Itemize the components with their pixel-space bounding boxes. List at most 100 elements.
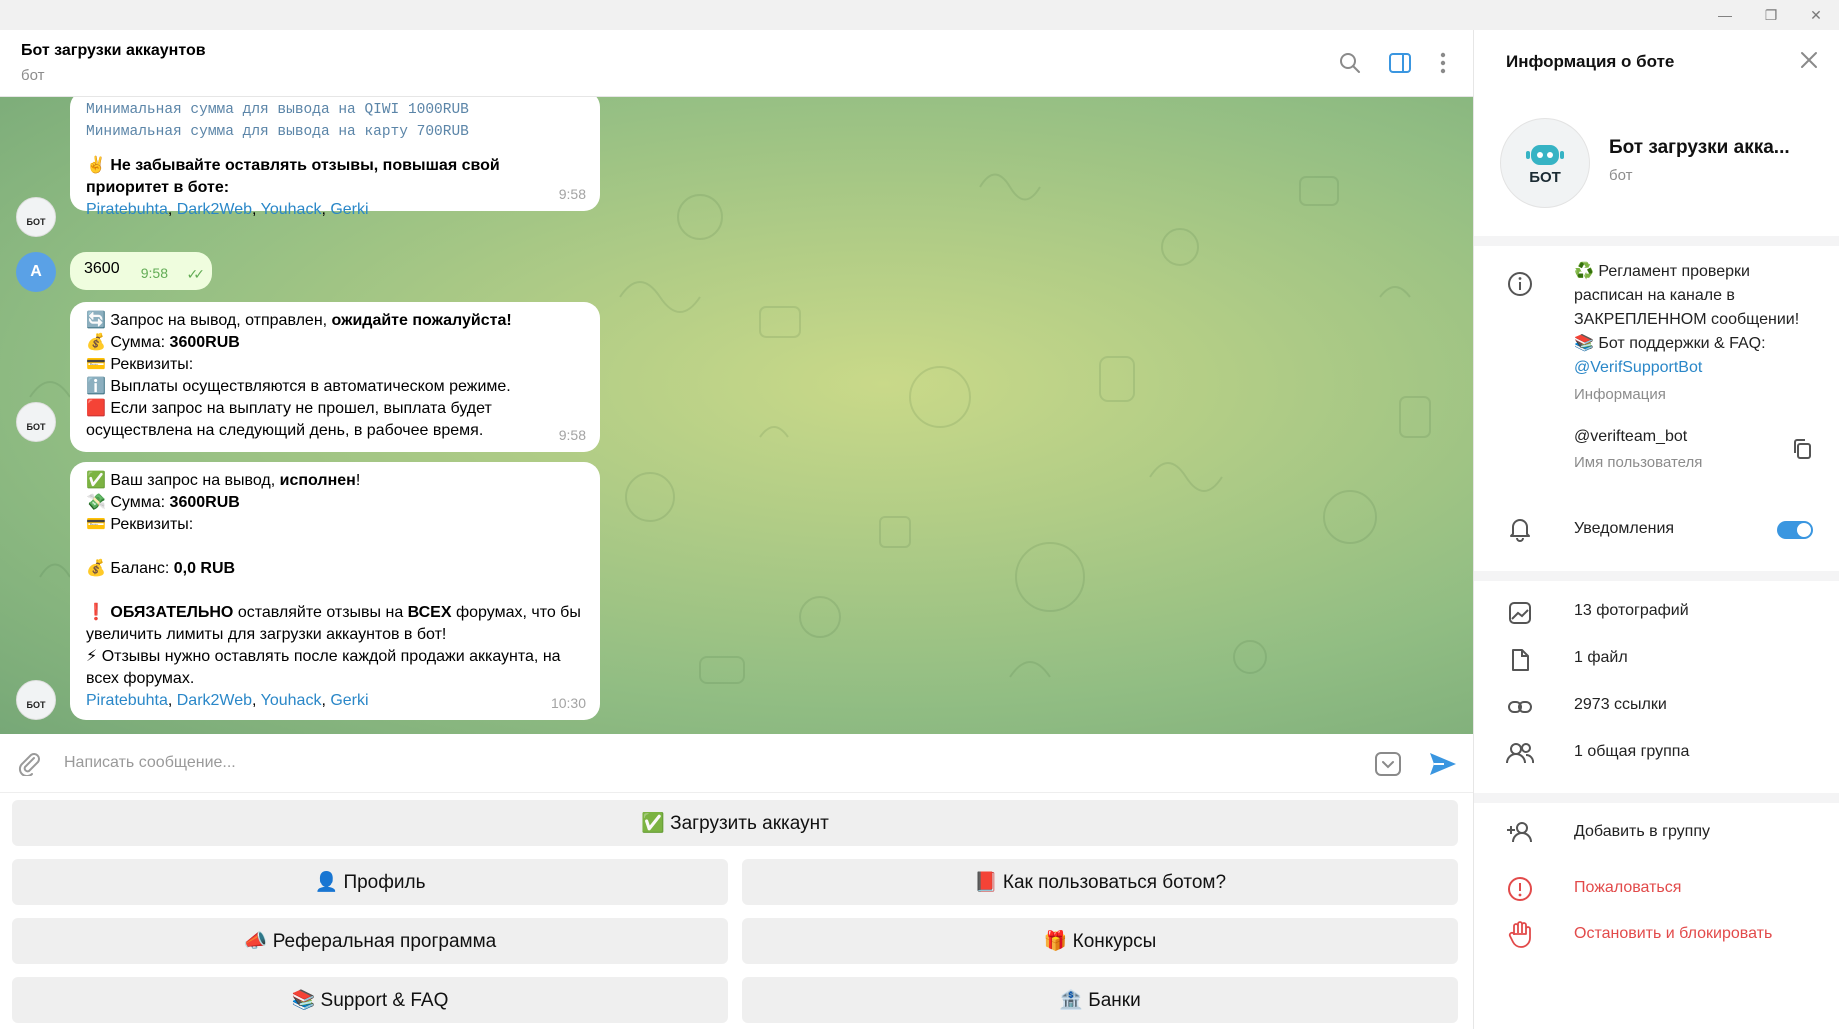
more-menu-icon[interactable] [1430, 50, 1456, 76]
link-dark2web[interactable]: Dark2Web [177, 201, 252, 218]
message-line: 💳 Реквизиты: [86, 516, 194, 533]
bell-icon [1506, 515, 1534, 543]
moneybag-emoji-icon: 💰 [86, 560, 106, 577]
robot-icon [1526, 144, 1564, 165]
chat-title[interactable]: Бот загрузки аккаунтов [21, 42, 206, 60]
support-faq-button[interactable]: 📚 Support & FAQ [12, 977, 728, 1023]
bot-status: бот [1609, 167, 1633, 184]
common-groups-count[interactable]: 1 общая группа [1574, 743, 1689, 761]
message-line: 🔄 Запрос на вывод, отправлен, ожидайте п… [86, 312, 512, 329]
bot-avatar[interactable]: БОТ [16, 680, 56, 720]
chat-header: Бот загрузки аккаунтов бот [0, 30, 1473, 97]
link-piratebuhta[interactable]: Piratebuhta [86, 692, 168, 709]
group-icon [1506, 739, 1534, 767]
link-gerki[interactable]: Gerki [330, 692, 368, 709]
card-emoji-icon: 💳 [86, 356, 106, 373]
message-text: 3600 [84, 260, 120, 277]
report-icon [1506, 875, 1534, 903]
notifications-toggle[interactable] [1777, 521, 1813, 539]
message-bubble-outgoing[interactable]: 3600 9:58 ✓✓ [70, 252, 212, 290]
report-button[interactable]: Пожаловаться [1574, 879, 1681, 897]
username-link[interactable]: @verifteam_bot [1574, 428, 1687, 446]
referral-button[interactable]: 📣 Реферальная программа [12, 918, 728, 964]
link-gerki[interactable]: Gerki [330, 201, 368, 218]
close-panel-icon[interactable] [1799, 50, 1819, 75]
victory-emoji-icon: ✌️ [86, 157, 106, 174]
message-line: 💳 Реквизиты: [86, 356, 194, 373]
lightning-emoji-icon: ⚡ [86, 648, 98, 665]
message-bubble[interactable]: Минимальная сумма для вывода на QIWI 100… [70, 97, 600, 218]
bot-keyboard-icon[interactable] [1374, 750, 1402, 783]
message-line: 💰 Баланс: 0,0 RUB [86, 560, 236, 577]
close-window-icon[interactable]: ✕ [1793, 0, 1839, 30]
message-bubble[interactable]: ✅ Ваш запрос на вывод, исполнен! 💸 Сумма… [70, 462, 600, 720]
link-dark2web[interactable]: Dark2Web [177, 692, 252, 709]
bot-reply-keyboard: ✅ Загрузить аккаунт 👤 Профиль 📕 Как поль… [0, 793, 1473, 1029]
info-icon [1506, 270, 1534, 298]
photos-count[interactable]: 13 фотографий [1574, 602, 1689, 620]
copy-icon[interactable] [1792, 438, 1812, 465]
money-emoji-icon: 💸 [86, 494, 106, 511]
message-line: 🟥 Если запрос на выплату не прошел, выпл… [86, 400, 492, 439]
message-line: ⚡ Отзывы нужно оставлять после каждой пр… [86, 648, 561, 687]
message-line: 💸 Сумма: 3600RUB [86, 494, 240, 511]
message-bubble[interactable]: 🔄 Запрос на вывод, отправлен, ожидайте п… [70, 302, 600, 452]
bot-avatar[interactable]: БОТ [16, 402, 56, 442]
link-piratebuhta[interactable]: Piratebuhta [86, 201, 168, 218]
panel-divider [1474, 571, 1839, 581]
exclamation-emoji-icon: ❗ [86, 604, 106, 621]
info-caption: Информация [1574, 386, 1666, 403]
moneybag-emoji-icon: 💰 [86, 334, 106, 351]
link-youhack[interactable]: Youhack [261, 692, 322, 709]
message-list[interactable]: Минимальная сумма для вывода на QIWI 100… [0, 97, 1473, 734]
file-icon [1506, 646, 1534, 674]
card-emoji-icon: 💳 [86, 516, 106, 533]
message-line: ✅ Ваш запрос на вывод, исполнен! [86, 472, 361, 489]
link-icon [1506, 693, 1534, 721]
block-bot-button[interactable]: Остановить и блокировать [1574, 925, 1772, 943]
check-emoji-icon: ✅ [86, 472, 106, 489]
banks-button[interactable]: 🏦 Банки [742, 977, 1458, 1023]
send-icon[interactable] [1428, 750, 1458, 783]
files-count[interactable]: 1 файл [1574, 649, 1628, 667]
link-youhack[interactable]: Youhack [261, 201, 322, 218]
user-avatar[interactable]: A [16, 252, 56, 292]
panel-title: Информация о боте [1506, 52, 1675, 71]
forum-links: Piratebuhta, Dark2Web, Youhack, Gerki [86, 201, 369, 218]
panel-divider [1474, 793, 1839, 803]
attach-icon[interactable] [16, 750, 42, 781]
minimize-icon[interactable]: — [1702, 0, 1748, 30]
refresh-emoji-icon: 🔄 [86, 312, 106, 329]
window-titlebar: — ❐ ✕ [0, 0, 1839, 30]
bot-description: ♻️ Регламент проверки расписан на канале… [1574, 260, 1799, 380]
info-emoji-icon: ℹ️ [86, 378, 106, 395]
message-text: Минимальная сумма для вывода на QIWI 100… [86, 102, 469, 118]
profile-button[interactable]: 👤 Профиль [12, 859, 728, 905]
bot-profile-avatar[interactable]: БОТ [1500, 118, 1590, 208]
links-count[interactable]: 2973 ссылки [1574, 696, 1667, 714]
photo-icon [1506, 599, 1534, 627]
upload-account-button[interactable]: ✅ Загрузить аккаунт [12, 800, 1458, 846]
search-icon[interactable] [1337, 50, 1363, 76]
chat-subtitle: бот [21, 67, 45, 84]
notifications-label: Уведомления [1574, 520, 1675, 537]
message-time: 9:58 [558, 186, 586, 202]
support-bot-link[interactable]: @VerifSupportBot [1574, 356, 1799, 380]
add-to-group-button[interactable]: Добавить в группу [1574, 823, 1710, 841]
bot-name: Бот загрузки акка... [1609, 137, 1790, 158]
bot-info-panel: Информация о боте БОТ Бот загрузки акка.… [1473, 30, 1839, 1029]
sidebar-toggle-icon[interactable] [1387, 50, 1413, 76]
message-line: ❗ ОБЯЗАТЕЛЬНО оставляйте отзывы на ВСЕХ … [86, 604, 581, 643]
contests-button[interactable]: 🎁 Конкурсы [742, 918, 1458, 964]
red-square-emoji-icon: 🟥 [86, 400, 106, 417]
restore-icon[interactable]: ❐ [1748, 0, 1794, 30]
bot-avatar[interactable]: БОТ [16, 197, 56, 237]
message-input[interactable] [64, 748, 1364, 778]
message-time: 10:30 [550, 695, 586, 711]
message-composer [0, 734, 1473, 793]
message-line: ℹ️ Выплаты осуществляются в автоматическ… [86, 378, 511, 395]
panel-divider [1474, 236, 1839, 246]
read-ticks-icon: ✓✓ [186, 266, 206, 282]
message-text: Минимальная сумма для вывода на карту 70… [86, 124, 469, 140]
howto-button[interactable]: 📕 Как пользоваться ботом? [742, 859, 1458, 905]
